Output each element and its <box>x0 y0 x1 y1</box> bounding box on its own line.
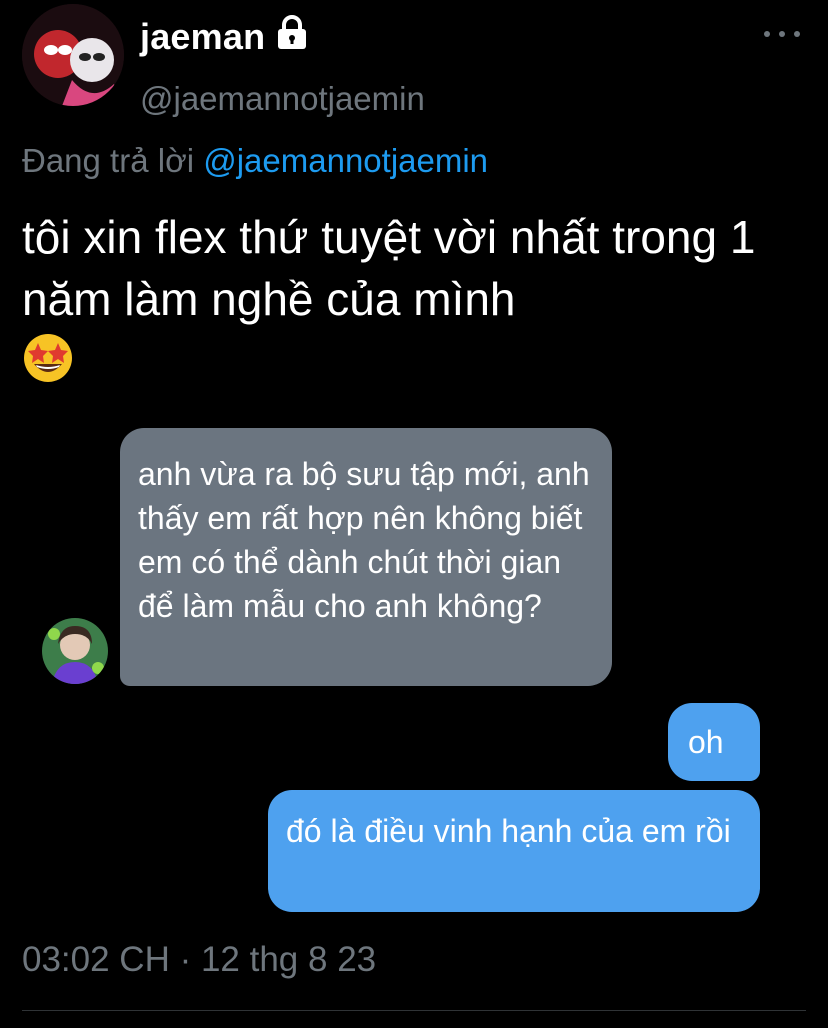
sender-avatar[interactable] <box>42 618 108 684</box>
star-struck-emoji-icon <box>22 332 812 399</box>
sent-message-bubble: oh <box>668 703 760 781</box>
author-display-name[interactable]: jaeman <box>140 14 309 59</box>
reply-prefix: Đang trả lời <box>22 142 195 179</box>
author-handle[interactable]: @jaemannotjaemin <box>140 80 425 118</box>
author-avatar[interactable] <box>22 4 124 106</box>
divider <box>22 1010 806 1011</box>
reply-context: Đang trả lời @jaemannotjaemin <box>22 142 488 180</box>
more-options-icon[interactable] <box>764 24 800 44</box>
tweet-text: tôi xin flex thứ tuyệt vời nhất trong 1 … <box>22 206 812 399</box>
reply-mention-link[interactable]: @jaemannotjaemin <box>203 142 488 179</box>
lock-icon <box>275 14 309 59</box>
sent-message-bubble: đó là điều vinh hạnh của em rồi <box>268 790 760 912</box>
tweet-timestamp[interactable]: 03:02 CH · 12 thg 8 23 <box>22 940 376 980</box>
tweet-body: tôi xin flex thứ tuyệt vời nhất trong 1 … <box>22 211 756 325</box>
received-message-bubble: anh vừa ra bộ sưu tập mới, anh thấy em r… <box>120 428 612 686</box>
